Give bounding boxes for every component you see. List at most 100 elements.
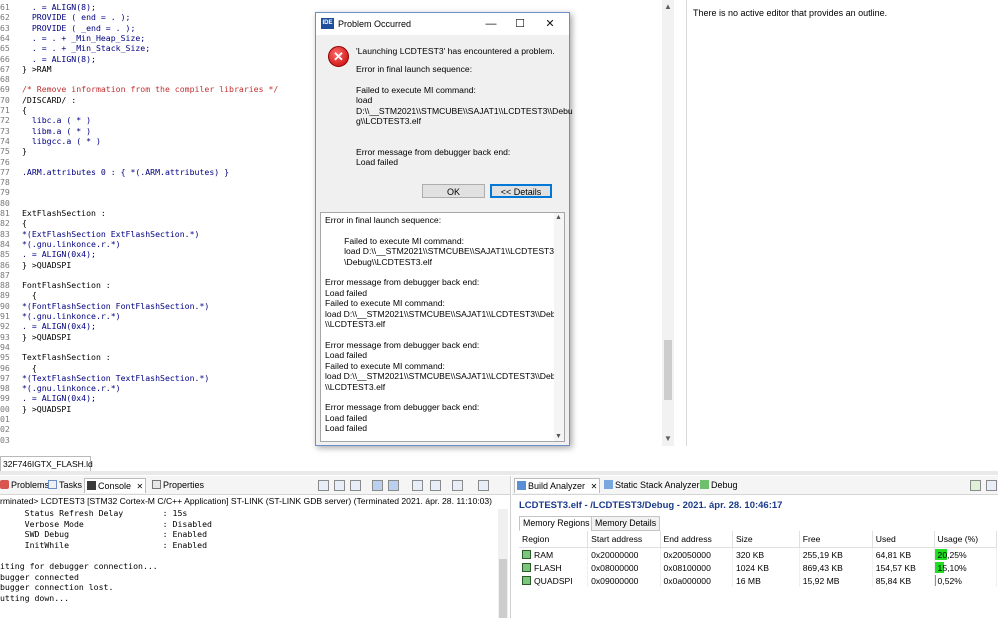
line-number: 94 [0,341,10,352]
dialog-message-2: Error message from debugger back end: Lo… [356,147,511,168]
scroll-down-icon[interactable]: ▼ [555,433,562,440]
details-textarea[interactable]: Error in final launch sequence: Failed t… [320,212,565,442]
minimize-icon[interactable] [478,480,489,491]
usage-value: 0,52% [937,575,962,586]
scroll-up-icon[interactable]: ▲ [664,2,672,11]
scroll-thumb[interactable] [664,340,672,400]
details-button[interactable]: << Details [490,184,552,198]
line-number: 77 [0,166,10,177]
editor-tab[interactable]: 32F746IGTX_FLASH.ld [0,456,93,471]
code-token: *(.gnu.linkonce.r.*) [22,238,121,249]
table-cell: 15,92 MB [799,574,873,587]
table-cell: 0x20050000 [660,547,733,561]
line-number: 76 [0,156,10,167]
table-row[interactable]: QUADSPI 0x09000000 0x0a000000 16 MB 15,92 MB… [519,574,998,587]
tab-problems[interactable]: Problems [0,478,51,492]
usage-cell: 0,52% [934,574,998,587]
ok-button[interactable]: OK [422,184,485,198]
line-number: 97 [0,372,10,383]
minimize-window-icon[interactable]: — [482,16,500,32]
line-number: 02 [0,424,10,435]
close-icon[interactable]: ✕ [137,482,144,491]
tab-debug-label: Debug [711,480,738,490]
tab-console[interactable]: Console ✕ [84,478,147,493]
minimize-icon[interactable] [986,480,997,491]
maximize-window-icon[interactable]: ☐ [511,16,529,32]
table-cell: 85,84 KB [872,574,935,587]
line-number: 00 [0,403,10,414]
table-row[interactable]: FLASH 0x08000000 0x08100000 1024 KB 869,43 K… [519,561,998,574]
problems-icon [0,480,9,489]
line-number: 91 [0,311,10,321]
display-console-icon[interactable] [430,480,441,491]
export-icon[interactable] [970,480,981,491]
tab-tasks[interactable]: Tasks [46,478,84,492]
column-header[interactable]: Usage (%) [934,531,998,548]
column-header[interactable]: Region [519,531,589,548]
code-token: /* Remove information from the compiler … [22,84,279,95]
tab-debug[interactable]: Debug [698,478,740,492]
column-header[interactable]: Used [872,531,935,548]
line-number: 93 [0,331,10,342]
panel-separator[interactable] [0,471,998,475]
console-line: SWD Debug : Enabled [0,529,208,540]
close-window-icon[interactable]: ✕ [541,16,559,32]
word-wrap-icon[interactable] [350,480,361,491]
column-header[interactable]: End address [660,531,733,548]
scroll-thumb[interactable] [499,559,507,618]
table-cell: 154,57 KB [872,561,935,574]
column-header[interactable]: Size [732,531,800,548]
usage-value: 20,25% [937,549,967,560]
table-cell: 0x09000000 [587,574,661,587]
show-on-output-icon[interactable] [372,480,383,491]
tab-static-stack-analyzer[interactable]: Static Stack Analyzer [602,478,702,492]
column-header[interactable]: Start address [587,531,661,548]
line-number: 82 [0,218,10,229]
editor-vertical-scrollbar[interactable]: ▲ ▼ [662,0,674,446]
tab-build-analyzer[interactable]: Build Analyzer ✕ [514,478,601,493]
details-text: Error in final launch sequence: Failed t… [325,215,565,434]
scroll-lock-icon[interactable] [334,480,345,491]
code-token: { [22,362,37,373]
line-number: 75 [0,146,10,157]
line-number: 03 [0,434,10,445]
close-icon[interactable]: ✕ [591,482,598,491]
code-text: *(.gnu.linkonce.r.*) [22,383,121,393]
tab-properties[interactable]: Properties [150,478,206,492]
code-text: } >RAM [22,64,52,74]
scroll-up-icon[interactable]: ▲ [555,214,562,221]
code-token: .ARM.attributes 0 : { *(.ARM.attributes)… [22,166,230,177]
show-on-error-icon[interactable] [388,480,399,491]
open-console-icon[interactable] [452,480,463,491]
code-token: . = ALIGN(8); [22,53,96,64]
properties-icon [152,480,161,489]
console-vertical-scrollbar[interactable] [498,509,508,618]
pin-console-icon[interactable] [412,480,423,491]
dialog-titlebar[interactable]: IDE Problem Occurred — ☐ ✕ [316,13,569,35]
tab-memory-regions[interactable]: Memory Regions [519,516,594,531]
tab-memory-details[interactable]: Memory Details [591,516,661,531]
dialog-title: Problem Occurred [338,19,412,29]
scroll-down-icon[interactable]: ▼ [664,434,672,443]
console-line: iting for debugger connection... [0,561,158,571]
memory-regions-table: Region Start address End address Size Free Us… [519,531,998,587]
code-text: { [22,218,27,228]
console-line: utting down... [0,592,70,603]
clear-console-icon[interactable] [318,480,329,491]
region-name: FLASH [534,562,562,573]
column-header[interactable]: Free [799,531,873,548]
code-token: *(.gnu.linkonce.r.*) [22,383,121,394]
code-text: *(TextFlashSection TextFlashSection.*) [22,373,209,383]
line-number: 84 [0,238,10,249]
region-cell: FLASH [519,561,589,574]
code-text: TextFlashSection : [22,352,111,362]
code-text: . = . + _Min_Heap_Size; [22,33,145,43]
details-scrollbar[interactable]: ▲ ▼ [554,213,564,441]
code-token: { [22,218,27,229]
code-token: } >QUADSPI [22,259,72,270]
code-text: { [22,105,27,115]
table-row[interactable]: RAM 0x20000000 0x20050000 320 KB 255,19 KB 64… [519,547,998,561]
line-number: 85 [0,249,10,260]
code-text: /* Remove information from the compiler … [22,84,278,94]
code-text: libm.a ( * ) [22,126,91,136]
